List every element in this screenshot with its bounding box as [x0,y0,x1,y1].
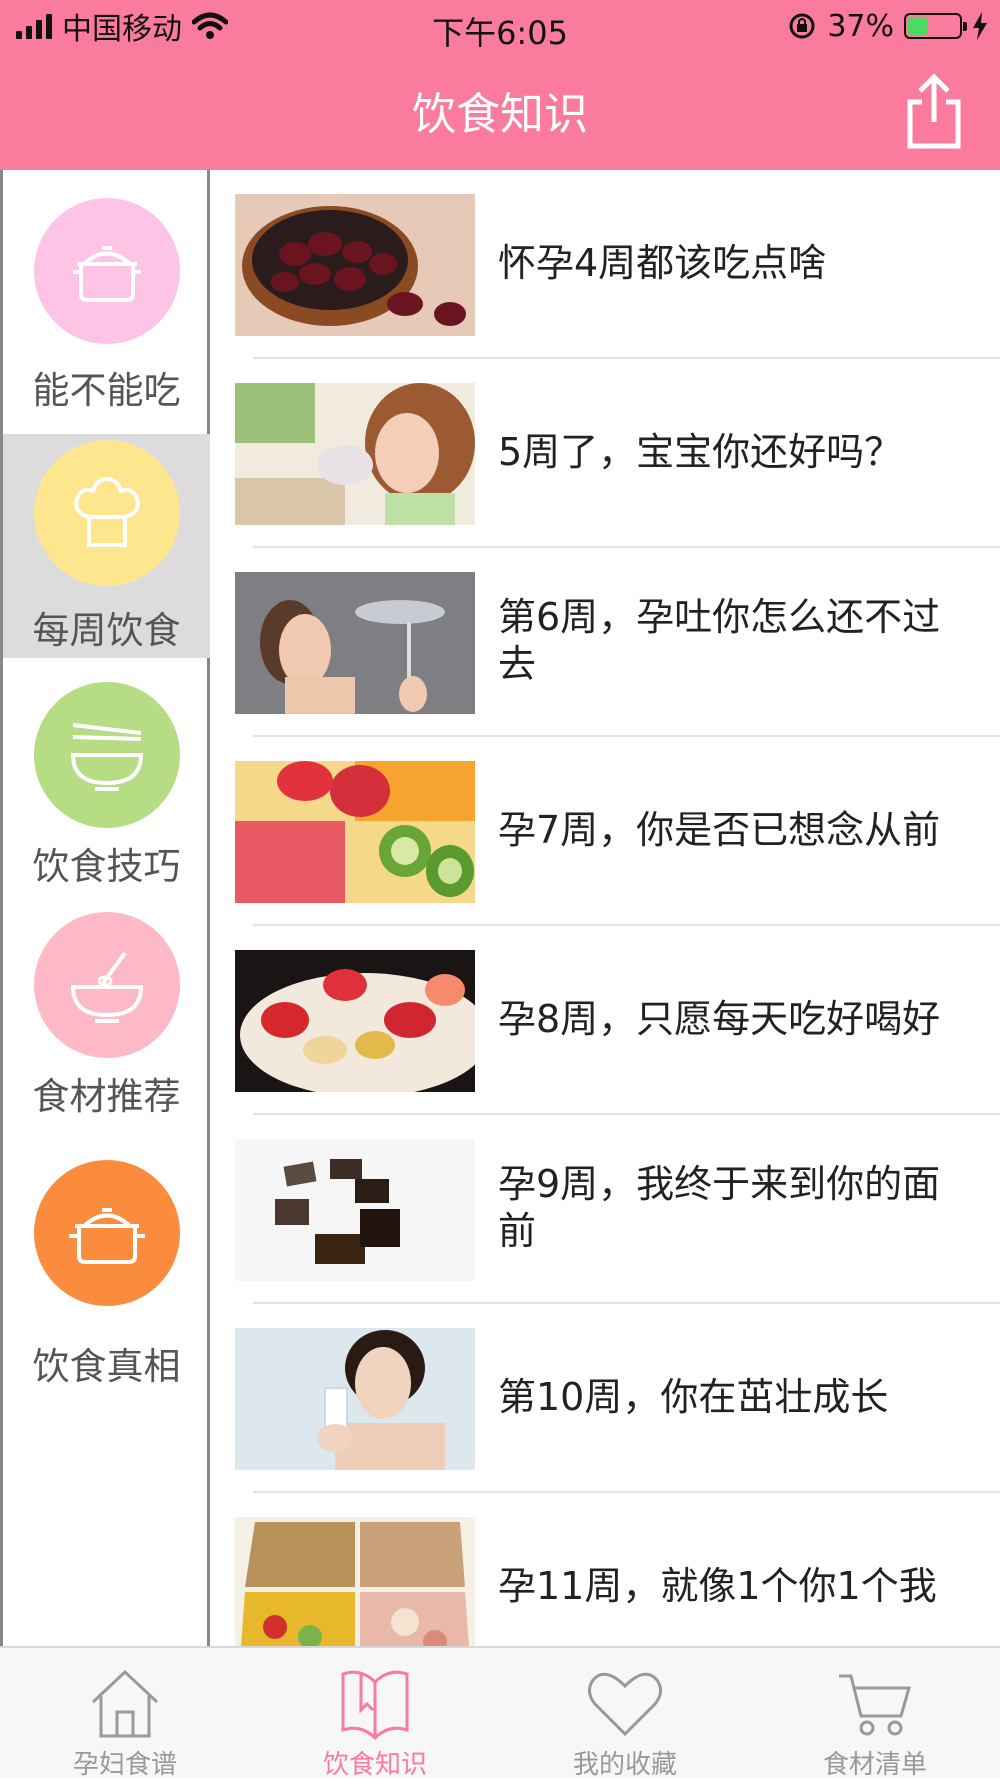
sidebar-item-circle [33,198,180,344]
sidebar-item-diet-truth[interactable]: 饮食真相 [3,1160,210,1390]
charging-icon [973,12,987,40]
tab-bar: 孕妇食谱 饮食知识 我的收藏 食材清单 [0,1646,1000,1780]
article-row[interactable]: 孕7周，你是否已想念从前 [213,737,1000,926]
share-icon [907,73,961,149]
woman-fish-photo [235,572,475,714]
tab-label: 食材清单 [822,1750,927,1780]
battery-percent: 37% [827,8,894,44]
sidebar-item-label: 饮食技巧 [32,845,181,888]
tab-label: 孕妇食谱 [72,1750,177,1780]
strawberry-salad-photo [235,950,475,1092]
navigation-bar: 中国移动 下午6:05 37% 饮食知识 [0,0,1000,170]
food-pyramid-photo [235,1517,475,1646]
article-title: 孕11周，就像1个你1个我 [498,1564,937,1608]
tab-label: 我的收藏 [572,1750,677,1780]
article-row[interactable]: 孕11周，就像1个你1个我 [213,1493,1000,1646]
sidebar-item-label: 能不能吃 [32,369,181,412]
sidebar-item-circle [33,682,180,828]
sidebar-item-diet-tips[interactable]: 饮食技巧 [3,670,210,890]
candy-photo [235,1139,475,1281]
sidebar-item-circle [33,440,180,586]
book-icon [341,1670,409,1740]
woman-eating-photo [235,383,475,525]
pot-icon [68,1208,145,1264]
woman-drinking-milk-photo [235,1328,475,1470]
article-title: 第6周，孕吐你怎么还不过去 [498,595,941,686]
bowl-chopsticks-icon [70,723,143,791]
share-button[interactable] [902,72,966,152]
article-row[interactable]: 第10周，你在茁壮成长 [213,1304,1000,1493]
sidebar-item-label: 每周饮食 [32,609,181,652]
article-row[interactable]: 第6周，孕吐你怎么还不过去 [213,548,1000,737]
tab-shopping-list[interactable]: 食材清单 [750,1648,1000,1780]
sidebar-item-label: 饮食真相 [32,1345,181,1388]
article-row[interactable]: 孕9周，我终于来到你的面前 [213,1115,1000,1304]
house-icon [91,1669,159,1738]
sidebar-item-ingredient-recommend[interactable]: 食材推荐 [3,900,210,1120]
article-title: 第10周，你在茁壮成长 [498,1375,889,1419]
article-row[interactable]: 孕8周，只愿每天吃好喝好 [213,926,1000,1115]
heart-icon [588,1672,662,1737]
category-sidebar: 能不能吃 每周饮食 饮食技巧 食材推荐 饮食真相 [0,170,210,1646]
sidebar-item-label: 食材推荐 [32,1075,181,1118]
sidebar-item-weekly-diet[interactable]: 每周饮食 [3,434,210,658]
article-title: 孕7周，你是否已想念从前 [498,808,941,852]
pot-icon [72,246,141,302]
battery-level-fill [908,17,927,35]
tab-label: 饮食知识 [322,1750,427,1780]
sidebar-item-can-eat[interactable]: 能不能吃 [3,170,210,430]
sidebar-item-circle [33,912,180,1058]
tab-favorites[interactable]: 我的收藏 [500,1648,750,1780]
chef-hat-icon [73,476,140,547]
fruit-salad-photo [235,761,475,903]
status-bar: 中国移动 下午6:05 37% [0,0,1000,52]
sidebar-item-circle [33,1160,180,1306]
battery-icon [904,13,967,39]
article-title: 5周了，宝宝你还好吗？ [498,430,903,474]
article-title: 孕9周，我终于来到你的面前 [498,1162,941,1253]
page-title: 饮食知识 [412,89,588,140]
article-title: 孕8周，只愿每天吃好喝好 [498,997,941,1041]
article-row[interactable]: 5周了，宝宝你还好吗？ [213,359,1000,548]
tab-recipes[interactable]: 孕妇食谱 [0,1648,250,1780]
dried-dates-photo [235,194,475,336]
bowl-whisk-icon [70,951,143,1023]
article-title: 怀孕4周都该吃点啥 [498,241,827,285]
tab-diet-knowledge[interactable]: 饮食知识 [250,1648,500,1780]
article-row[interactable]: 怀孕4周都该吃点啥 [213,170,1000,359]
cart-icon [839,1674,911,1736]
article-list[interactable]: 怀孕4周都该吃点啥 5周了，宝宝你还好吗？ 第6周，孕吐你怎么还不过去 孕7周，… [213,170,1000,1646]
rotation-lock-icon [789,13,815,39]
